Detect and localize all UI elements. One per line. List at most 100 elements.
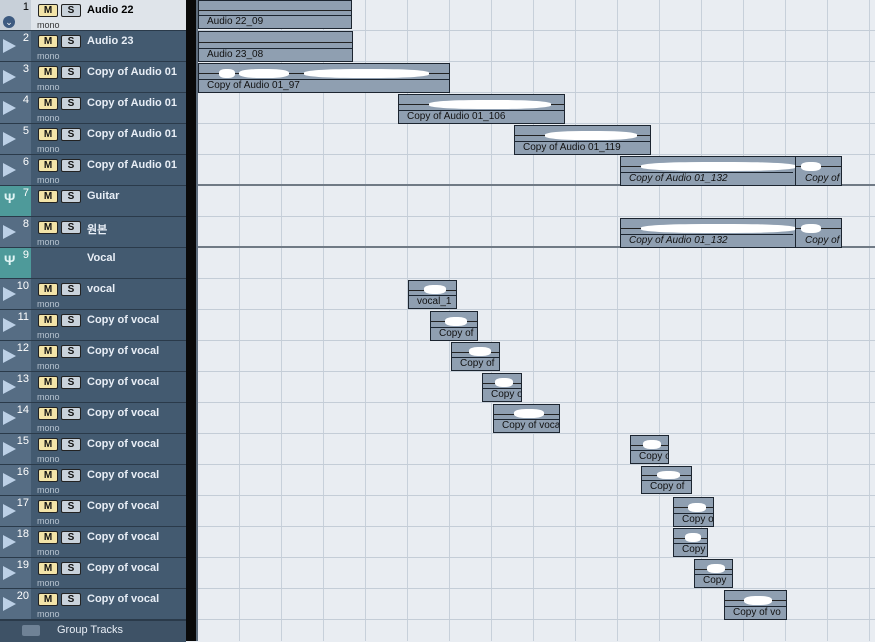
- solo-button[interactable]: S: [61, 593, 81, 606]
- solo-button[interactable]: S: [61, 97, 81, 110]
- mute-button[interactable]: M: [38, 500, 58, 513]
- track-header-handle[interactable]: 12: [0, 341, 31, 371]
- track-header-handle[interactable]: 3: [0, 62, 31, 92]
- solo-button[interactable]: S: [61, 345, 81, 358]
- track-header-handle[interactable]: 13: [0, 372, 31, 402]
- audio-event[interactable]: Audio 22_09: [198, 0, 352, 29]
- track-name[interactable]: Audio 22: [87, 4, 133, 16]
- track-name[interactable]: Copy of vocal: [87, 562, 159, 574]
- track-name[interactable]: Audio 23: [87, 35, 133, 47]
- mute-button[interactable]: M: [38, 66, 58, 79]
- track-name[interactable]: Copy of Audio 01: [87, 97, 177, 109]
- track-name[interactable]: Copy of Audio 01: [87, 128, 177, 140]
- track-name[interactable]: Vocal: [87, 252, 116, 264]
- mute-button[interactable]: M: [38, 35, 58, 48]
- audio-event[interactable]: Copy of Audio 01_106: [398, 94, 565, 124]
- track-header-handle[interactable]: 18: [0, 527, 31, 557]
- audio-event[interactable]: Copy of vo: [724, 590, 787, 620]
- track-17[interactable]: 17 M S Copy of vocal mono: [0, 496, 186, 527]
- audio-event[interactable]: Copy o: [673, 497, 714, 527]
- track-19[interactable]: 19 M S Copy of vocal mono: [0, 558, 186, 589]
- mute-button[interactable]: M: [38, 438, 58, 451]
- audio-event[interactable]: Copy of: [430, 311, 478, 341]
- track-16[interactable]: 16 M S Copy of vocal mono: [0, 465, 186, 496]
- track-header-handle[interactable]: Ψ7: [0, 186, 31, 216]
- track-6[interactable]: 6 M S Copy of Audio 01 mono: [0, 155, 186, 186]
- mute-button[interactable]: M: [38, 283, 58, 296]
- track-lane[interactable]: [198, 372, 875, 403]
- solo-button[interactable]: S: [61, 314, 81, 327]
- track-20[interactable]: 20 M S Copy of vocal mono: [0, 589, 186, 620]
- mute-button[interactable]: M: [38, 159, 58, 172]
- track-1[interactable]: ⌄ 1 M S Audio 22 mono: [0, 0, 186, 31]
- mute-button[interactable]: M: [38, 128, 58, 141]
- track-header-handle[interactable]: Ψ9: [0, 248, 31, 278]
- audio-event[interactable]: Copy of: [451, 342, 500, 371]
- mute-button[interactable]: M: [38, 221, 58, 234]
- solo-button[interactable]: S: [61, 66, 81, 79]
- track-2[interactable]: 2 M S Audio 23 mono: [0, 31, 186, 62]
- track-lane[interactable]: [198, 527, 875, 558]
- solo-button[interactable]: S: [61, 128, 81, 141]
- mute-button[interactable]: M: [38, 314, 58, 327]
- track-header-handle[interactable]: 4: [0, 93, 31, 123]
- track-name[interactable]: Copy of vocal: [87, 345, 159, 357]
- arrange-window[interactable]: Audio 22_09 Audio 23_08 Copy of Audio 01_9…: [198, 0, 875, 641]
- track-lane[interactable]: [198, 496, 875, 527]
- track-header-handle[interactable]: 8: [0, 217, 31, 247]
- solo-button[interactable]: S: [61, 159, 81, 172]
- track-name[interactable]: Copy of Audio 01: [87, 66, 177, 78]
- track-header-handle[interactable]: 15: [0, 434, 31, 464]
- mute-button[interactable]: M: [38, 190, 58, 203]
- track-name[interactable]: Copy of vocal: [87, 314, 159, 326]
- track-7[interactable]: Ψ 7 M S Guitar: [0, 186, 186, 217]
- track-11[interactable]: 11 M S Copy of vocal mono: [0, 310, 186, 341]
- track-name[interactable]: Copy of vocal: [87, 500, 159, 512]
- solo-button[interactable]: S: [61, 4, 81, 17]
- solo-button[interactable]: S: [61, 469, 81, 482]
- audio-event[interactable]: Copy of vocal: [493, 404, 560, 433]
- panel-divider[interactable]: [186, 0, 196, 641]
- track-lane[interactable]: [198, 248, 875, 279]
- solo-button[interactable]: S: [61, 190, 81, 203]
- track-lane[interactable]: [198, 558, 875, 589]
- audio-event[interactable]: vocal_1: [408, 280, 457, 309]
- track-header-handle[interactable]: 11: [0, 310, 31, 340]
- track-3[interactable]: 3 M S Copy of Audio 01 mono: [0, 62, 186, 93]
- track-5[interactable]: 5 M S Copy of Audio 01 mono: [0, 124, 186, 155]
- track-header-handle[interactable]: 10: [0, 279, 31, 309]
- mute-button[interactable]: M: [38, 407, 58, 420]
- track-lane[interactable]: [198, 434, 875, 465]
- audio-event[interactable]: Copy of: [641, 466, 692, 494]
- track-header-handle[interactable]: 6: [0, 155, 31, 185]
- track-8[interactable]: 8 M S 원본 mono: [0, 217, 186, 248]
- chevron-down-icon[interactable]: ⌄: [3, 16, 15, 28]
- track-name[interactable]: Copy of vocal: [87, 438, 159, 450]
- track-lane[interactable]: [198, 279, 875, 310]
- group-tracks-folder[interactable]: Group Tracks: [0, 620, 186, 642]
- track-lane[interactable]: [198, 465, 875, 496]
- track-name[interactable]: Copy of vocal: [87, 376, 159, 388]
- track-name[interactable]: Copy of vocal: [87, 407, 159, 419]
- track-name[interactable]: Copy of vocal: [87, 531, 159, 543]
- audio-event[interactable]: Copy of Audio 01_119: [514, 125, 651, 155]
- solo-button[interactable]: S: [61, 376, 81, 389]
- solo-button[interactable]: S: [61, 500, 81, 513]
- mute-button[interactable]: M: [38, 376, 58, 389]
- track-header-handle[interactable]: 16: [0, 465, 31, 495]
- track-name[interactable]: vocal: [87, 283, 115, 295]
- audio-event[interactable]: Copy of Audio 01_132 Copy of: [620, 218, 842, 248]
- mute-button[interactable]: M: [38, 531, 58, 544]
- mute-button[interactable]: M: [38, 345, 58, 358]
- audio-event[interactable]: Copy o: [482, 373, 522, 402]
- mute-button[interactable]: M: [38, 97, 58, 110]
- track-9[interactable]: Ψ 9 Vocal: [0, 248, 186, 279]
- mute-button[interactable]: M: [38, 593, 58, 606]
- solo-button[interactable]: S: [61, 438, 81, 451]
- mute-button[interactable]: M: [38, 562, 58, 575]
- audio-event[interactable]: Copy of Audio 01_97: [198, 63, 450, 93]
- solo-button[interactable]: S: [61, 407, 81, 420]
- audio-event[interactable]: Copy: [673, 528, 708, 557]
- solo-button[interactable]: S: [61, 221, 81, 234]
- track-header-handle[interactable]: 14: [0, 403, 31, 433]
